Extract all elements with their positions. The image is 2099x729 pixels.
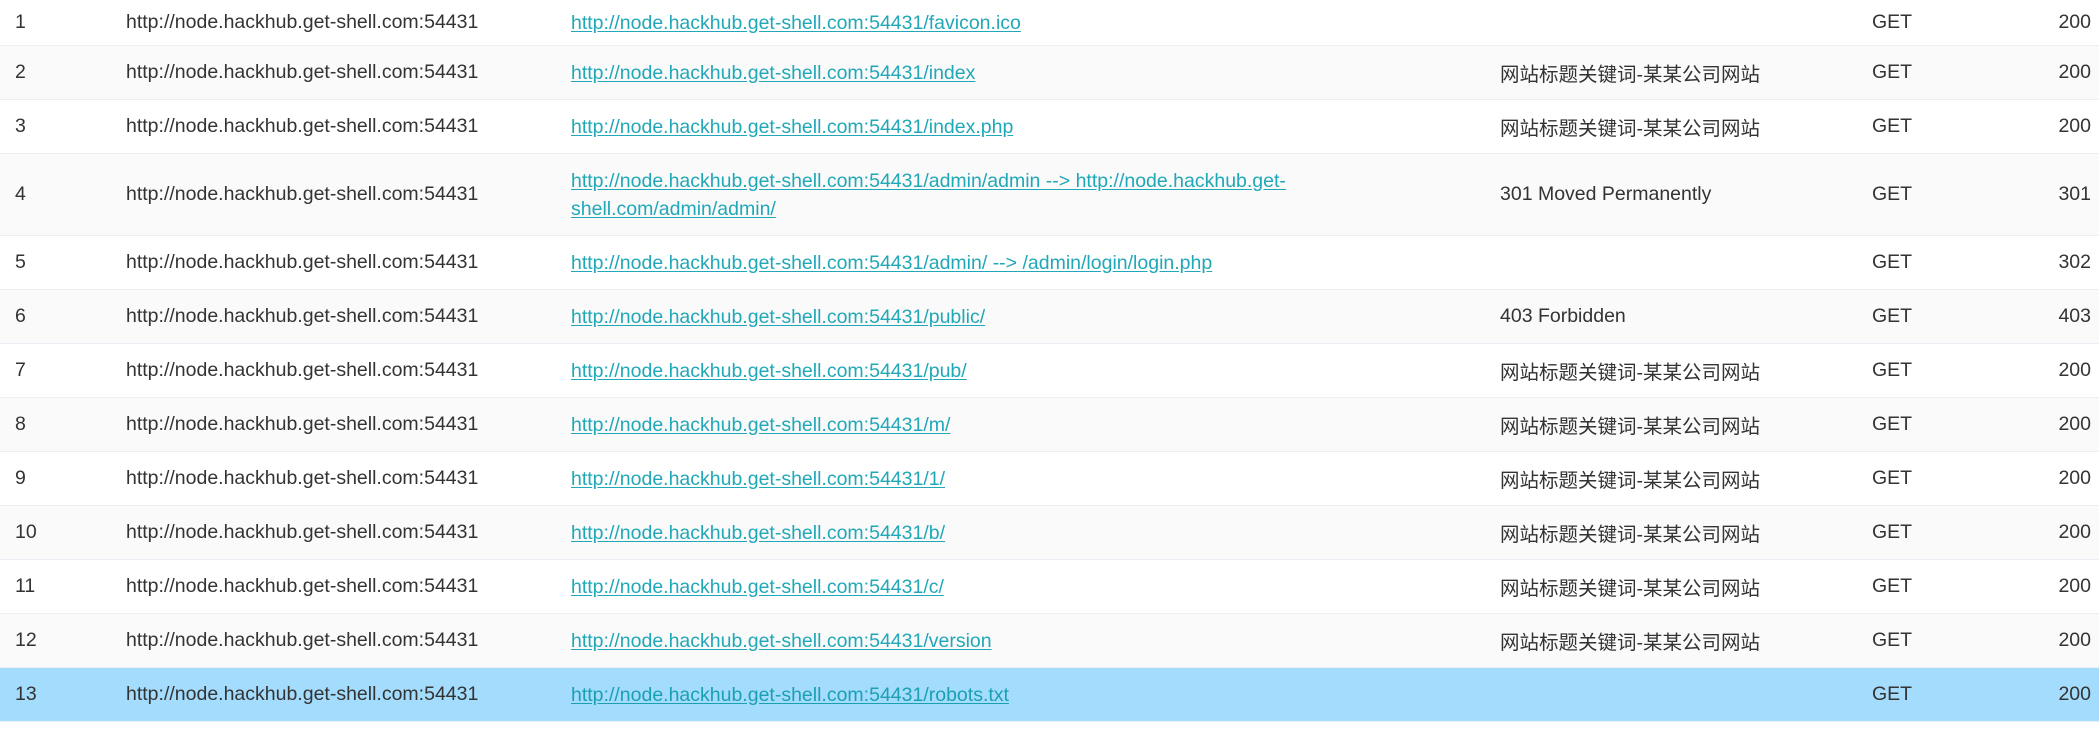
title-cell <box>1500 236 1830 289</box>
host-cell: http://node.hackhub.get-shell.com:54431 <box>126 575 479 597</box>
url-link[interactable]: http://node.hackhub.get-shell.com:54431/… <box>571 167 1311 223</box>
method-cell: GET <box>1872 521 1913 543</box>
host-cell: http://node.hackhub.get-shell.com:54431 <box>126 251 479 273</box>
table-row[interactable]: 4 http://node.hackhub.get-shell.com:5443… <box>0 154 2099 236</box>
title-cell: 网站标题关键词-某某公司网站 <box>1500 64 1760 86</box>
method-cell: GET <box>1872 413 1913 435</box>
url-link[interactable]: http://node.hackhub.get-shell.com:54431/… <box>571 9 1021 37</box>
row-number: 3 <box>15 115 26 137</box>
row-number: 11 <box>15 575 36 597</box>
host-cell: http://node.hackhub.get-shell.com:54431 <box>126 61 479 83</box>
status-cell: 200 <box>2058 683 2091 705</box>
method-cell: GET <box>1872 629 1913 651</box>
title-cell: 403 Forbidden <box>1500 305 1626 327</box>
method-cell: GET <box>1872 183 1913 205</box>
method-cell: GET <box>1872 305 1913 327</box>
status-cell: 200 <box>2058 413 2091 435</box>
table-row[interactable]: 1 http://node.hackhub.get-shell.com:5443… <box>0 0 2099 46</box>
title-cell: 网站标题关键词-某某公司网站 <box>1500 578 1760 600</box>
host-cell: http://node.hackhub.get-shell.com:54431 <box>126 683 479 705</box>
url-link[interactable]: http://node.hackhub.get-shell.com:54431/… <box>571 411 950 439</box>
row-number: 12 <box>15 629 37 651</box>
url-link[interactable]: http://node.hackhub.get-shell.com:54431/… <box>571 465 945 493</box>
table-row[interactable]: 12 http://node.hackhub.get-shell.com:544… <box>0 614 2099 668</box>
row-number: 8 <box>15 413 26 435</box>
url-link[interactable]: http://node.hackhub.get-shell.com:54431/… <box>571 357 967 385</box>
url-link[interactable]: http://node.hackhub.get-shell.com:54431/… <box>571 303 985 331</box>
title-cell: 网站标题关键词-某某公司网站 <box>1500 632 1760 654</box>
status-cell: 200 <box>2058 11 2091 33</box>
url-link[interactable]: http://node.hackhub.get-shell.com:54431/… <box>571 113 1013 141</box>
table-row[interactable]: 7 http://node.hackhub.get-shell.com:5443… <box>0 344 2099 398</box>
host-cell: http://node.hackhub.get-shell.com:54431 <box>126 11 479 33</box>
table-row-selected[interactable]: 13 http://node.hackhub.get-shell.com:544… <box>0 668 2099 722</box>
method-cell: GET <box>1872 251 1913 273</box>
method-cell: GET <box>1872 359 1913 381</box>
url-link[interactable]: http://node.hackhub.get-shell.com:54431/… <box>571 627 992 655</box>
row-number: 5 <box>15 251 26 273</box>
status-cell: 200 <box>2058 575 2091 597</box>
title-cell: 网站标题关键词-某某公司网站 <box>1500 362 1760 384</box>
title-cell <box>1500 668 1830 721</box>
row-number: 1 <box>15 11 26 33</box>
table-row[interactable]: 6 http://node.hackhub.get-shell.com:5443… <box>0 290 2099 344</box>
status-cell: 301 <box>2058 183 2091 205</box>
title-cell: 网站标题关键词-某某公司网站 <box>1500 416 1760 438</box>
status-cell: 200 <box>2058 61 2091 83</box>
title-cell: 网站标题关键词-某某公司网站 <box>1500 470 1760 492</box>
table-row[interactable]: 11 http://node.hackhub.get-shell.com:544… <box>0 560 2099 614</box>
table-row[interactable]: 10 http://node.hackhub.get-shell.com:544… <box>0 506 2099 560</box>
row-number: 10 <box>15 521 37 543</box>
method-cell: GET <box>1872 115 1913 137</box>
host-cell: http://node.hackhub.get-shell.com:54431 <box>126 183 479 205</box>
row-number: 13 <box>15 683 37 705</box>
status-cell: 200 <box>2058 467 2091 489</box>
status-cell: 302 <box>2058 251 2091 273</box>
method-cell: GET <box>1872 467 1913 489</box>
row-number: 6 <box>15 305 26 327</box>
url-link[interactable]: http://node.hackhub.get-shell.com:54431/… <box>571 573 944 601</box>
table-row[interactable]: 9 http://node.hackhub.get-shell.com:5443… <box>0 452 2099 506</box>
table-row[interactable]: 2 http://node.hackhub.get-shell.com:5443… <box>0 46 2099 100</box>
title-cell: 网站标题关键词-某某公司网站 <box>1500 118 1760 140</box>
url-link[interactable]: http://node.hackhub.get-shell.com:54431/… <box>571 681 1009 709</box>
method-cell: GET <box>1872 575 1913 597</box>
method-cell: GET <box>1872 11 1913 33</box>
host-cell: http://node.hackhub.get-shell.com:54431 <box>126 359 479 381</box>
host-cell: http://node.hackhub.get-shell.com:54431 <box>126 413 479 435</box>
table-row[interactable]: 8 http://node.hackhub.get-shell.com:5443… <box>0 398 2099 452</box>
table-row[interactable]: 3 http://node.hackhub.get-shell.com:5443… <box>0 100 2099 154</box>
row-number: 7 <box>15 359 26 381</box>
row-number: 4 <box>15 183 26 205</box>
url-link[interactable]: http://node.hackhub.get-shell.com:54431/… <box>571 519 945 547</box>
method-cell: GET <box>1872 683 1913 705</box>
url-link[interactable]: http://node.hackhub.get-shell.com:54431/… <box>571 249 1212 277</box>
row-number: 9 <box>15 467 26 489</box>
host-cell: http://node.hackhub.get-shell.com:54431 <box>126 629 479 651</box>
host-cell: http://node.hackhub.get-shell.com:54431 <box>126 115 479 137</box>
row-number: 2 <box>15 61 26 83</box>
results-table: 1 http://node.hackhub.get-shell.com:5443… <box>0 0 2099 722</box>
title-cell: 网站标题关键词-某某公司网站 <box>1500 524 1760 546</box>
method-cell: GET <box>1872 61 1913 83</box>
url-link[interactable]: http://node.hackhub.get-shell.com:54431/… <box>571 59 975 87</box>
status-cell: 200 <box>2058 115 2091 137</box>
table-row[interactable]: 5 http://node.hackhub.get-shell.com:5443… <box>0 236 2099 290</box>
status-cell: 200 <box>2058 359 2091 381</box>
status-cell: 200 <box>2058 629 2091 651</box>
host-cell: http://node.hackhub.get-shell.com:54431 <box>126 467 479 489</box>
host-cell: http://node.hackhub.get-shell.com:54431 <box>126 521 479 543</box>
title-cell: 301 Moved Permanently <box>1500 183 1712 205</box>
status-cell: 200 <box>2058 521 2091 543</box>
title-cell <box>1500 0 1830 45</box>
host-cell: http://node.hackhub.get-shell.com:54431 <box>126 305 479 327</box>
status-cell: 403 <box>2058 305 2091 327</box>
